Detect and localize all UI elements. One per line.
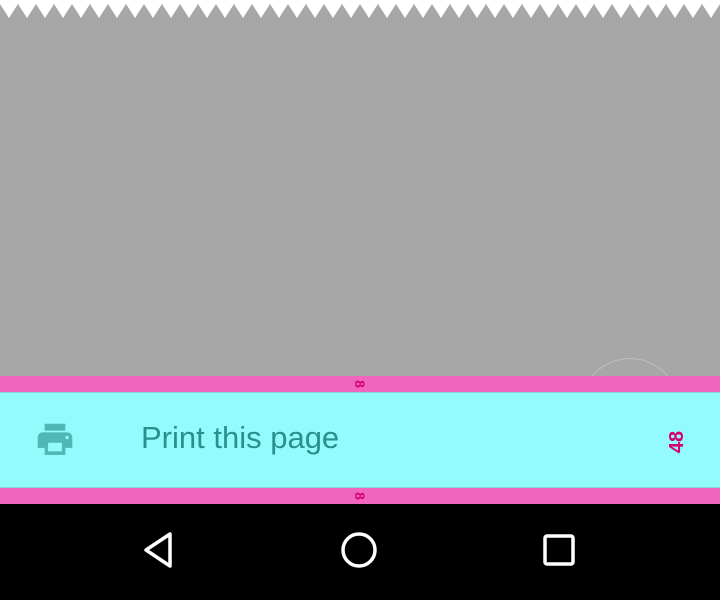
bottom-spacing-label: 8 [351,492,368,500]
print-list-item[interactable] [0,392,720,488]
recents-square-icon [543,534,575,566]
top-spacing-label: 8 [351,380,368,388]
print-icon [37,423,73,455]
content-area [0,0,720,376]
back-button[interactable] [136,526,184,574]
home-button[interactable] [335,526,383,574]
print-label: Print this page [141,420,340,455]
recents-button[interactable] [535,526,583,574]
top-spacing-annotation: 8 [0,376,720,392]
back-triangle-icon [144,532,172,568]
home-circle-icon [341,532,377,568]
torn-edge [0,0,720,18]
bottom-spacing-annotation: 8 [0,488,720,504]
row-height-annotation: 48 [666,430,688,454]
